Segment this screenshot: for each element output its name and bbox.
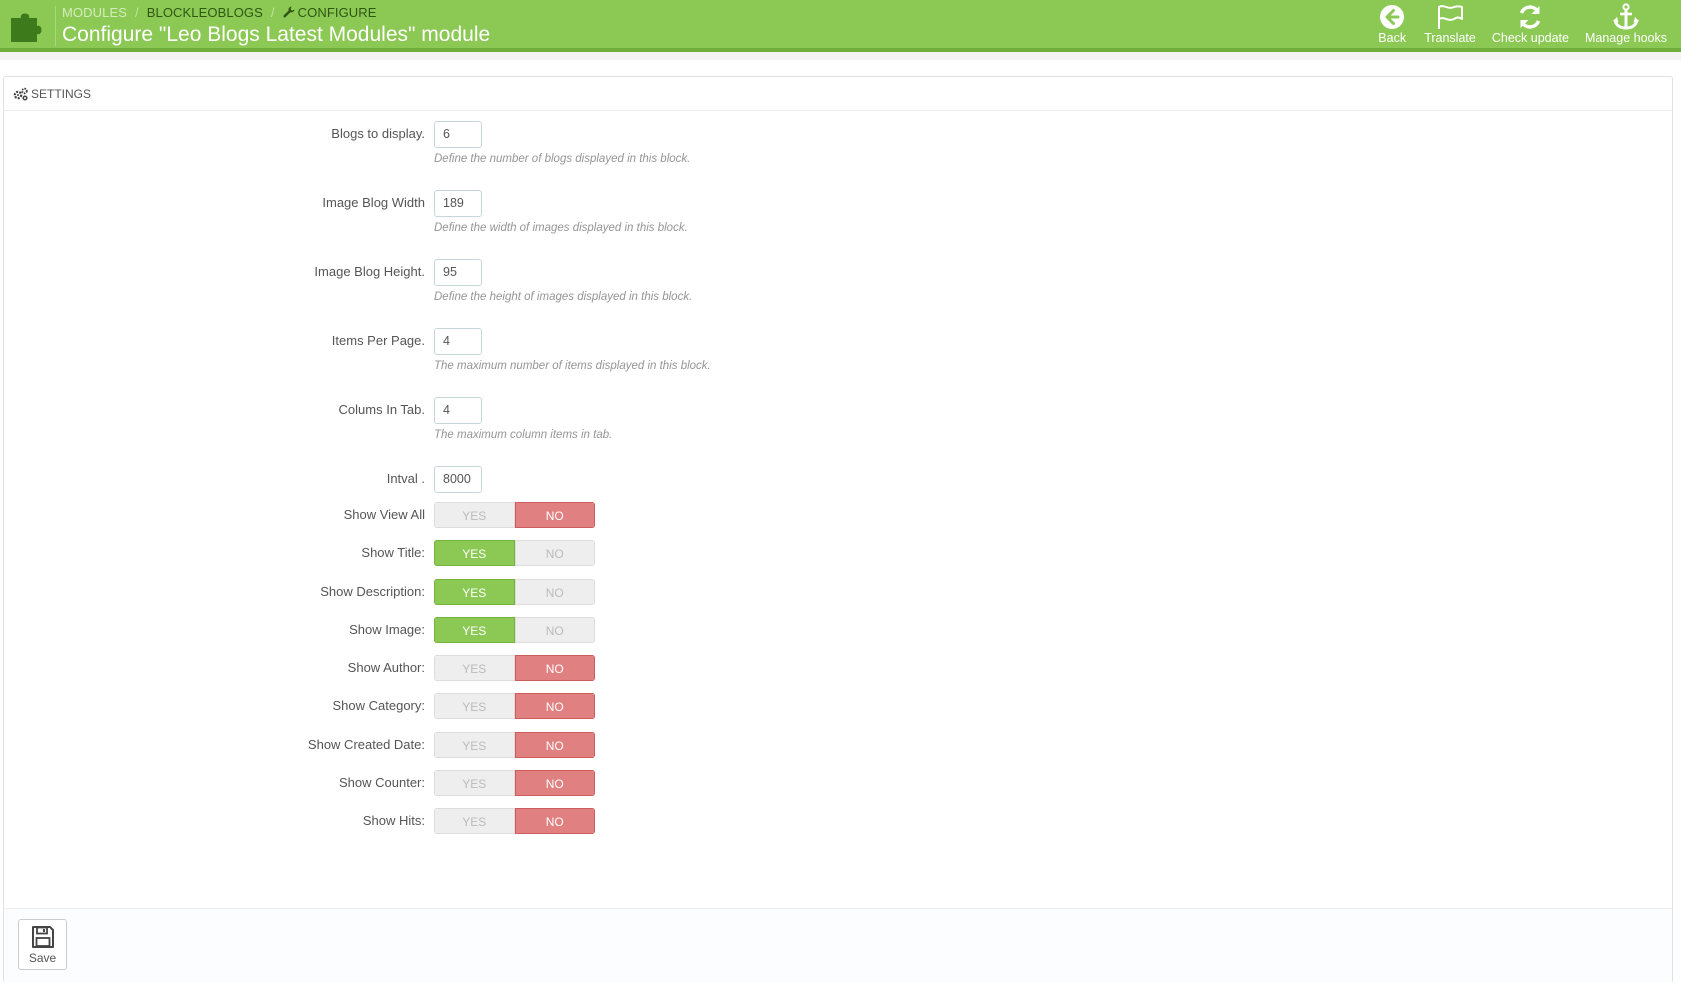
- floppy-disk-icon: [31, 925, 54, 948]
- switch-no-option[interactable]: NO: [514, 731, 595, 758]
- switch-yes-option[interactable]: YES: [434, 731, 515, 758]
- switch-no-option[interactable]: NO: [514, 540, 595, 567]
- switch-label: Show Description:: [320, 583, 425, 599]
- refresh-icon: [1514, 2, 1546, 32]
- anchor-icon: [1610, 2, 1642, 32]
- yes-no-switch[interactable]: YES NO: [434, 769, 595, 796]
- switch-yes-option[interactable]: YES: [434, 540, 515, 567]
- switch-yes-option[interactable]: YES: [434, 808, 515, 834]
- back-button[interactable]: Back: [1368, 2, 1416, 45]
- switch-label: Show Counter:: [339, 774, 425, 790]
- breadcrumb: MODULES / BLOCKLEOBLOGS / CONFIGURE: [62, 5, 377, 20]
- breadcrumb-modules[interactable]: MODULES: [62, 5, 127, 20]
- switch-yes-option[interactable]: YES: [434, 502, 515, 528]
- yes-no-switch[interactable]: YES NO: [434, 655, 595, 681]
- page-header: MODULES / BLOCKLEOBLOGS / CONFIGURE Conf…: [0, 0, 1681, 52]
- switch-no-option[interactable]: NO: [514, 655, 595, 681]
- switch-no-option[interactable]: NO: [514, 502, 595, 528]
- colums-in-tab-input[interactable]: 4: [434, 397, 482, 424]
- header-divider: [55, 6, 56, 46]
- switch-no-option[interactable]: NO: [514, 616, 595, 643]
- switch-no-option[interactable]: NO: [514, 808, 595, 834]
- back-circle-arrow-icon: [1376, 2, 1408, 32]
- yes-no-switch[interactable]: YES NO: [434, 808, 595, 834]
- yes-no-switch[interactable]: YES NO: [434, 540, 595, 567]
- yes-no-switch[interactable]: YES NO: [434, 502, 595, 528]
- breadcrumb-configure: CONFIGURE: [283, 5, 377, 20]
- puzzle-icon: [0, 0, 54, 52]
- field-label: Image Blog Width: [322, 195, 425, 210]
- panel-heading: SETTINGS: [4, 77, 1672, 111]
- field-help: Define the width of images displayed in …: [434, 222, 688, 234]
- switch-label: Show Created Date:: [307, 736, 425, 752]
- translate-label: Translate: [1424, 31, 1476, 45]
- switch-no-option[interactable]: NO: [514, 578, 595, 605]
- field-label: Intval .: [386, 471, 425, 486]
- image-blog-height-input[interactable]: 95: [434, 259, 482, 286]
- field-help: The maximum number of items displayed in…: [434, 360, 711, 372]
- translate-button[interactable]: Translate: [1416, 2, 1484, 45]
- back-label: Back: [1378, 31, 1407, 45]
- intval-input[interactable]: 8000: [434, 466, 482, 493]
- breadcrumb-separator: /: [135, 5, 139, 20]
- switch-label: Show Hits:: [362, 813, 425, 828]
- wrench-icon: [283, 6, 295, 18]
- image-blog-width-input[interactable]: 189: [434, 190, 482, 217]
- panel-heading-label: SETTINGS: [31, 86, 92, 101]
- yes-no-switch[interactable]: YES NO: [434, 578, 595, 605]
- field-label: Image Blog Height.: [314, 264, 425, 279]
- breadcrumb-separator: /: [270, 5, 275, 20]
- field-label: Items Per Page.: [331, 333, 425, 348]
- switch-yes-option[interactable]: YES: [434, 655, 515, 681]
- items-per-page-input[interactable]: 4: [434, 328, 482, 355]
- field-label: Colums In Tab.: [338, 402, 425, 417]
- save-button[interactable]: Save: [18, 919, 67, 970]
- yes-no-switch[interactable]: YES NO: [434, 616, 595, 643]
- save-label: Save: [28, 950, 57, 965]
- cogs-icon: [13, 87, 29, 101]
- switch-no-option[interactable]: NO: [514, 769, 595, 796]
- breadcrumb-configure-label: CONFIGURE: [297, 5, 377, 20]
- yes-no-switch[interactable]: YES NO: [434, 693, 595, 720]
- manage-hooks-button[interactable]: Manage hooks: [1577, 2, 1675, 45]
- yes-no-switch[interactable]: YES NO: [434, 731, 595, 758]
- field-label: Blogs to display.: [331, 126, 425, 141]
- blogs-to-display-input[interactable]: 6: [434, 121, 482, 148]
- panel-footer: Save: [4, 908, 1672, 983]
- switch-label: Show Title:: [361, 545, 425, 561]
- switch-yes-option[interactable]: YES: [434, 616, 515, 643]
- switch-label: Show Image:: [349, 621, 425, 637]
- switch-no-option[interactable]: NO: [514, 693, 595, 720]
- field-help: Define the number of blogs displayed in …: [434, 153, 691, 165]
- switch-yes-option[interactable]: YES: [434, 693, 515, 720]
- page-title: Configure "Leo Blogs Latest Modules" mod…: [62, 23, 491, 46]
- manage-hooks-label: Manage hooks: [1584, 31, 1667, 45]
- switch-label: Show Category:: [332, 698, 426, 714]
- switch-yes-option[interactable]: YES: [434, 578, 515, 605]
- header-toolbar: Back Translate Check update Manage hooks: [1368, 2, 1675, 45]
- switch-yes-option[interactable]: YES: [434, 769, 515, 796]
- flag-icon: [1434, 2, 1466, 32]
- header-shadow-band: [0, 52, 1681, 60]
- field-help: Define the height of images displayed in…: [434, 291, 693, 303]
- check-update-label: Check update: [1491, 31, 1569, 45]
- switch-label: Show Author:: [347, 660, 425, 675]
- field-help: The maximum column items in tab.: [434, 429, 613, 441]
- settings-panel: SETTINGS Blogs to display. 6 Define the …: [3, 76, 1673, 983]
- switch-label: Show View All: [343, 507, 425, 522]
- check-update-button[interactable]: Check update: [1484, 2, 1577, 45]
- breadcrumb-blockleoblogs[interactable]: BLOCKLEOBLOGS: [147, 5, 263, 20]
